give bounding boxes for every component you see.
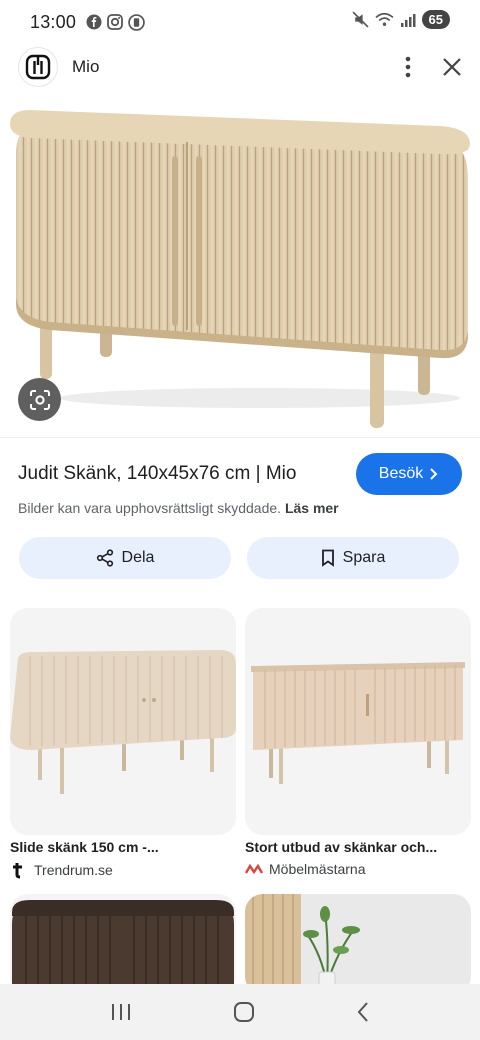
related-source-name-1: Trendrum.se	[34, 862, 113, 878]
system-nav-bar	[0, 984, 480, 1040]
mobelmastarna-logo-icon	[245, 863, 263, 875]
battery-indicator: 65	[421, 10, 450, 29]
home-icon[interactable]	[233, 1001, 255, 1023]
notice-text: Bilder kan vara upphovsrättsligt skyddad…	[18, 500, 282, 516]
copyright-notice: Bilder kan vara upphovsrättsligt skyddad…	[18, 500, 339, 516]
related-card-3[interactable]	[10, 894, 236, 994]
chevron-right-icon	[430, 468, 438, 480]
trendrum-logo-icon	[13, 863, 22, 879]
related-source-2[interactable]: Möbelmästarna	[245, 861, 366, 877]
related-card-4[interactable]	[245, 894, 471, 994]
save-label: Spara	[342, 549, 386, 566]
save-button[interactable]: Spara	[247, 537, 459, 579]
status-system-icons: 65	[351, 10, 450, 29]
related-source-1[interactable]: Trendrum.se	[10, 861, 113, 879]
related-image-1	[10, 608, 236, 835]
bookmark-icon	[321, 549, 334, 567]
result-title[interactable]: Judit Skänk, 140x45x76 cm | Mio	[18, 463, 296, 485]
sideboard-image	[10, 110, 470, 428]
signal-icon	[400, 13, 416, 27]
main-image[interactable]	[0, 98, 480, 438]
lens-button[interactable]	[18, 378, 61, 421]
site-name[interactable]: Mio	[72, 57, 99, 77]
visit-label: Besök	[378, 465, 424, 482]
wifi-icon	[375, 12, 394, 26]
recent-apps-icon[interactable]	[110, 1002, 132, 1022]
related-title-2[interactable]: Stort utbud av skänkar och...	[245, 839, 437, 855]
close-icon[interactable]	[442, 57, 462, 77]
result-title-row: Judit Skänk, 140x45x76 cm | Mio Besök	[18, 452, 462, 496]
share-button[interactable]: Dela	[19, 537, 231, 579]
mute-icon	[351, 11, 369, 28]
share-label: Dela	[121, 549, 155, 566]
related-image-4	[245, 894, 471, 994]
related-title-1[interactable]: Slide skänk 150 cm -...	[10, 839, 159, 855]
app-icon	[128, 13, 145, 31]
status-notification-icons	[86, 13, 145, 31]
related-source-name-2: Möbelmästarna	[269, 861, 366, 877]
learn-more-link[interactable]: Läs mer	[285, 500, 339, 516]
app-bar: Mio	[0, 36, 480, 98]
related-image-2	[245, 608, 471, 835]
back-icon[interactable]	[356, 1001, 370, 1023]
related-image-3	[10, 894, 236, 994]
facebook-icon	[86, 14, 102, 30]
lens-icon	[29, 389, 50, 410]
visit-button[interactable]: Besök	[356, 453, 462, 495]
related-card-2[interactable]	[245, 608, 471, 835]
instagram-icon	[107, 14, 123, 30]
mio-logo-icon[interactable]	[18, 47, 58, 87]
related-card-1[interactable]	[10, 608, 236, 835]
more-vert-icon[interactable]	[404, 56, 412, 78]
status-time: 13:00	[30, 11, 77, 32]
share-icon	[96, 549, 113, 567]
